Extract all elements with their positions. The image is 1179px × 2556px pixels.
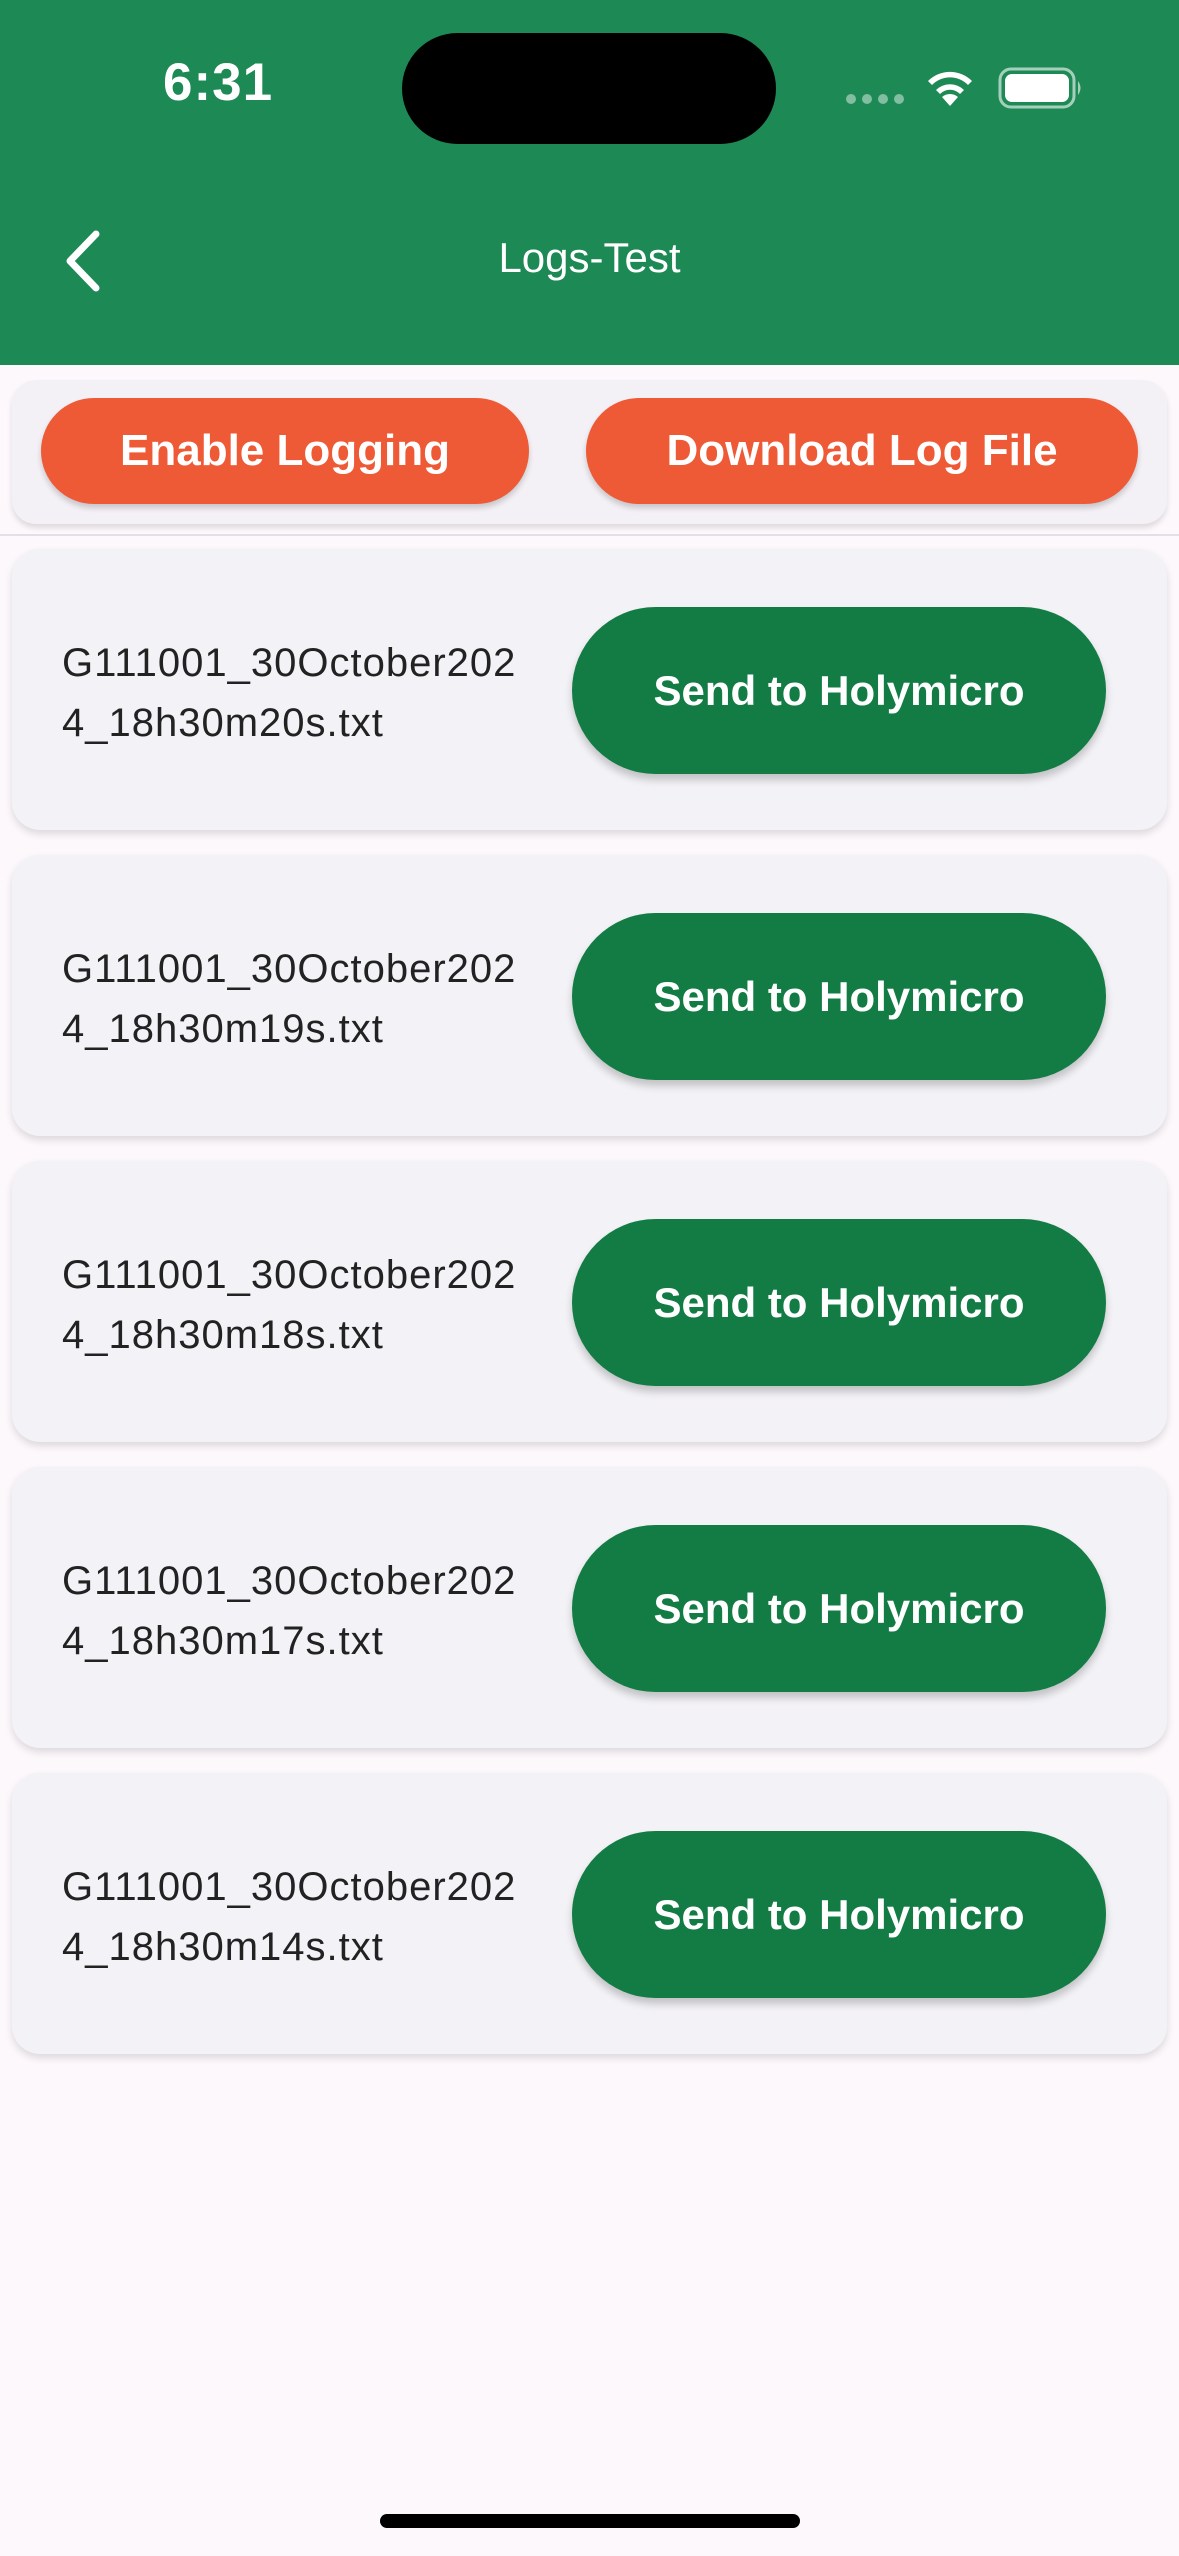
log-item: G111001_30October2024_18h30m18s.txt Send…: [12, 1161, 1167, 1442]
log-item: G111001_30October2024_18h30m17s.txt Send…: [12, 1467, 1167, 1748]
send-to-holymicro-button[interactable]: Send to Holymicro: [572, 913, 1106, 1080]
send-to-holymicro-button[interactable]: Send to Holymicro: [572, 1525, 1106, 1692]
send-to-holymicro-button[interactable]: Send to Holymicro: [572, 1831, 1106, 1998]
log-filename: G111001_30October2024_18h30m14s.txt: [62, 1865, 517, 1969]
cellular-signal-icon: [846, 94, 906, 104]
app-header: 6:31 Logs-Test: [0, 0, 1179, 365]
download-log-file-button[interactable]: Download Log File: [586, 398, 1138, 504]
log-filename: G111001_30October2024_18h30m19s.txt: [62, 947, 517, 1051]
log-item: G111001_30October2024_18h30m19s.txt Send…: [12, 855, 1167, 1136]
dynamic-island: [402, 33, 776, 144]
battery-icon: [998, 67, 1081, 109]
log-item: G111001_30October2024_18h30m14s.txt Send…: [12, 1773, 1167, 2054]
divider: [0, 534, 1179, 536]
enable-logging-button[interactable]: Enable Logging: [41, 398, 529, 504]
log-filename: G111001_30October2024_18h30m17s.txt: [62, 1559, 517, 1663]
action-bar: Enable Logging Download Log File: [12, 380, 1167, 524]
page-title: Logs-Test: [498, 234, 681, 281]
log-filename: G111001_30October2024_18h30m20s.txt: [62, 641, 517, 745]
wifi-icon: [928, 71, 972, 106]
home-indicator: [380, 2514, 800, 2528]
send-to-holymicro-button[interactable]: Send to Holymicro: [572, 607, 1106, 774]
send-to-holymicro-button[interactable]: Send to Holymicro: [572, 1219, 1106, 1386]
status-time: 6:31: [163, 53, 274, 112]
log-item: G111001_30October2024_18h30m20s.txt Send…: [12, 549, 1167, 830]
log-filename: G111001_30October2024_18h30m18s.txt: [62, 1253, 517, 1357]
